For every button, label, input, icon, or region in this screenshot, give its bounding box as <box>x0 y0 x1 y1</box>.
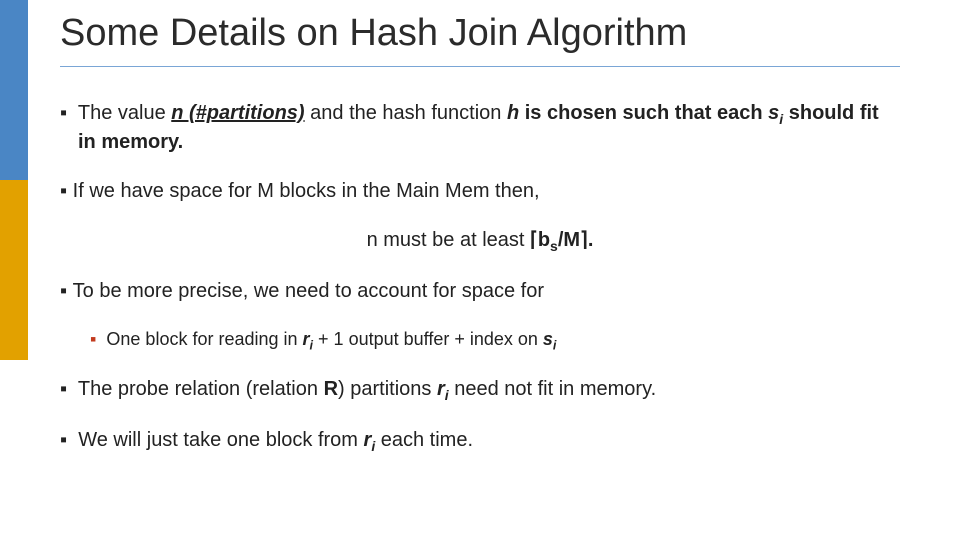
period: . <box>588 229 594 251</box>
relation-R: R <box>324 378 338 400</box>
text: The probe relation (relation <box>78 378 324 400</box>
bullet-4: The probe relation (relation R) partitio… <box>60 376 900 405</box>
text: is chosen such that each <box>519 102 768 124</box>
text: The value <box>78 102 171 124</box>
text: ) partitions <box>338 378 437 400</box>
equation: n must be at least ⌈bs/M⌉. <box>60 227 900 256</box>
text: and the hash function <box>305 102 507 124</box>
s-var: s <box>543 329 553 349</box>
text: + 1 output buffer + index on <box>313 329 543 349</box>
text: each time. <box>375 429 473 451</box>
decorative-sidebar <box>0 0 28 540</box>
slide-body: The value n (#partitions) and the hash f… <box>60 100 900 478</box>
r-var: r <box>303 329 310 349</box>
text: need not fit in memory. <box>449 378 657 400</box>
b-subscript: s <box>550 238 558 254</box>
bullet-3a: One block for reading in r i + 1 output b… <box>60 327 900 355</box>
r-var: r <box>437 378 445 400</box>
b-var: b <box>538 229 550 251</box>
over-m: /M <box>558 229 580 251</box>
n-partitions: n (#partitions) <box>171 102 304 124</box>
text: One block for reading in <box>106 329 302 349</box>
bullet-1: The value n (#partitions) and the hash f… <box>60 100 900 156</box>
hash-fn-h: h <box>507 102 519 124</box>
slide-title: Some Details on Hash Join Algorithm <box>60 12 687 55</box>
bullet-5: We will just take one block from ri each… <box>60 427 900 456</box>
s-subscript: i <box>553 338 557 352</box>
title-underline <box>60 66 900 67</box>
bullet-3: To be more precise, we need to account f… <box>60 278 900 305</box>
text: We will just take one block from <box>78 429 363 451</box>
bullet-2: If we have space for M blocks in the Mai… <box>60 178 900 205</box>
sidebar-yellow-bar <box>0 180 28 360</box>
ceil-left: ⌈ <box>530 229 538 251</box>
s-var: s <box>768 102 779 124</box>
text: n must be at least <box>367 229 530 251</box>
ceil-right: ⌉ <box>580 229 588 251</box>
sidebar-blue-bar <box>0 0 28 180</box>
